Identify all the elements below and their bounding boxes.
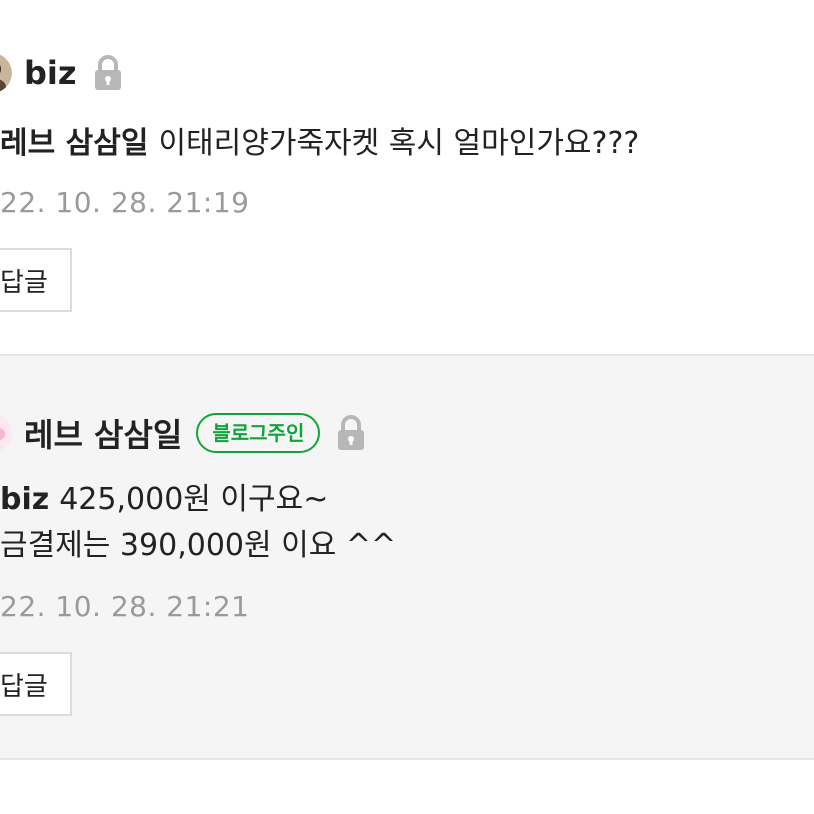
comment-text: 금결제는 390,000원 이요 ^^ — [0, 528, 397, 563]
avatar[interactable] — [0, 413, 12, 453]
lock-icon — [334, 414, 368, 452]
comment-author[interactable]: 레브 삼삼일 — [24, 410, 182, 456]
comment-meta: 22. 10. 28. 21:19 — [0, 184, 249, 220]
comment-mention[interactable]: biz — [0, 482, 49, 517]
comment-text: 425,000원 이구요~ — [59, 482, 329, 517]
comment-mention[interactable]: 레브 삼삼일 — [0, 126, 148, 161]
comment-body-line-2: 금결제는 390,000원 이요 ^^ — [0, 526, 396, 566]
lock-icon — [91, 54, 125, 92]
comment-body: 레브 삼삼일 이태리양가죽자켓 혹시 얼마인가요??? — [0, 124, 639, 164]
comment-header: 레브 삼삼일 블로그주인 — [0, 408, 368, 458]
comment-list: biz 레브 삼삼일 이태리양가죽자켓 혹시 얼마인가요??? 22. 10. 2… — [0, 0, 814, 814]
comment-timestamp: 22. 10. 28. 21:21 — [0, 589, 250, 623]
comment-meta: 22. 10. 28. 21:21 — [0, 588, 249, 624]
comment-header: biz — [0, 50, 125, 96]
avatar[interactable] — [0, 53, 12, 93]
comment-timestamp: 22. 10. 28. 21:19 — [0, 185, 250, 219]
reply-button[interactable]: 답글 — [0, 248, 72, 312]
reply-button[interactable]: 답글 — [0, 652, 72, 716]
comment-author[interactable]: biz — [24, 54, 77, 92]
comment-text-line: biz 425,000원 이구요~ — [0, 481, 328, 519]
comment-item: biz 레브 삼삼일 이태리양가죽자켓 혹시 얼마인가요??? 22. 10. 2… — [0, 0, 814, 354]
comment-text-line: 레브 삼삼일 이태리양가죽자켓 혹시 얼마인가요??? — [0, 125, 639, 163]
comment-body: biz 425,000원 이구요~ — [0, 480, 328, 520]
blog-owner-badge: 블로그주인 — [196, 413, 321, 453]
comment-text: 이태리양가죽자켓 혹시 얼마인가요??? — [158, 126, 640, 161]
comment-item: 레브 삼삼일 블로그주인 biz 425,000원 이구요~ 금결제는 390,0… — [0, 354, 814, 760]
